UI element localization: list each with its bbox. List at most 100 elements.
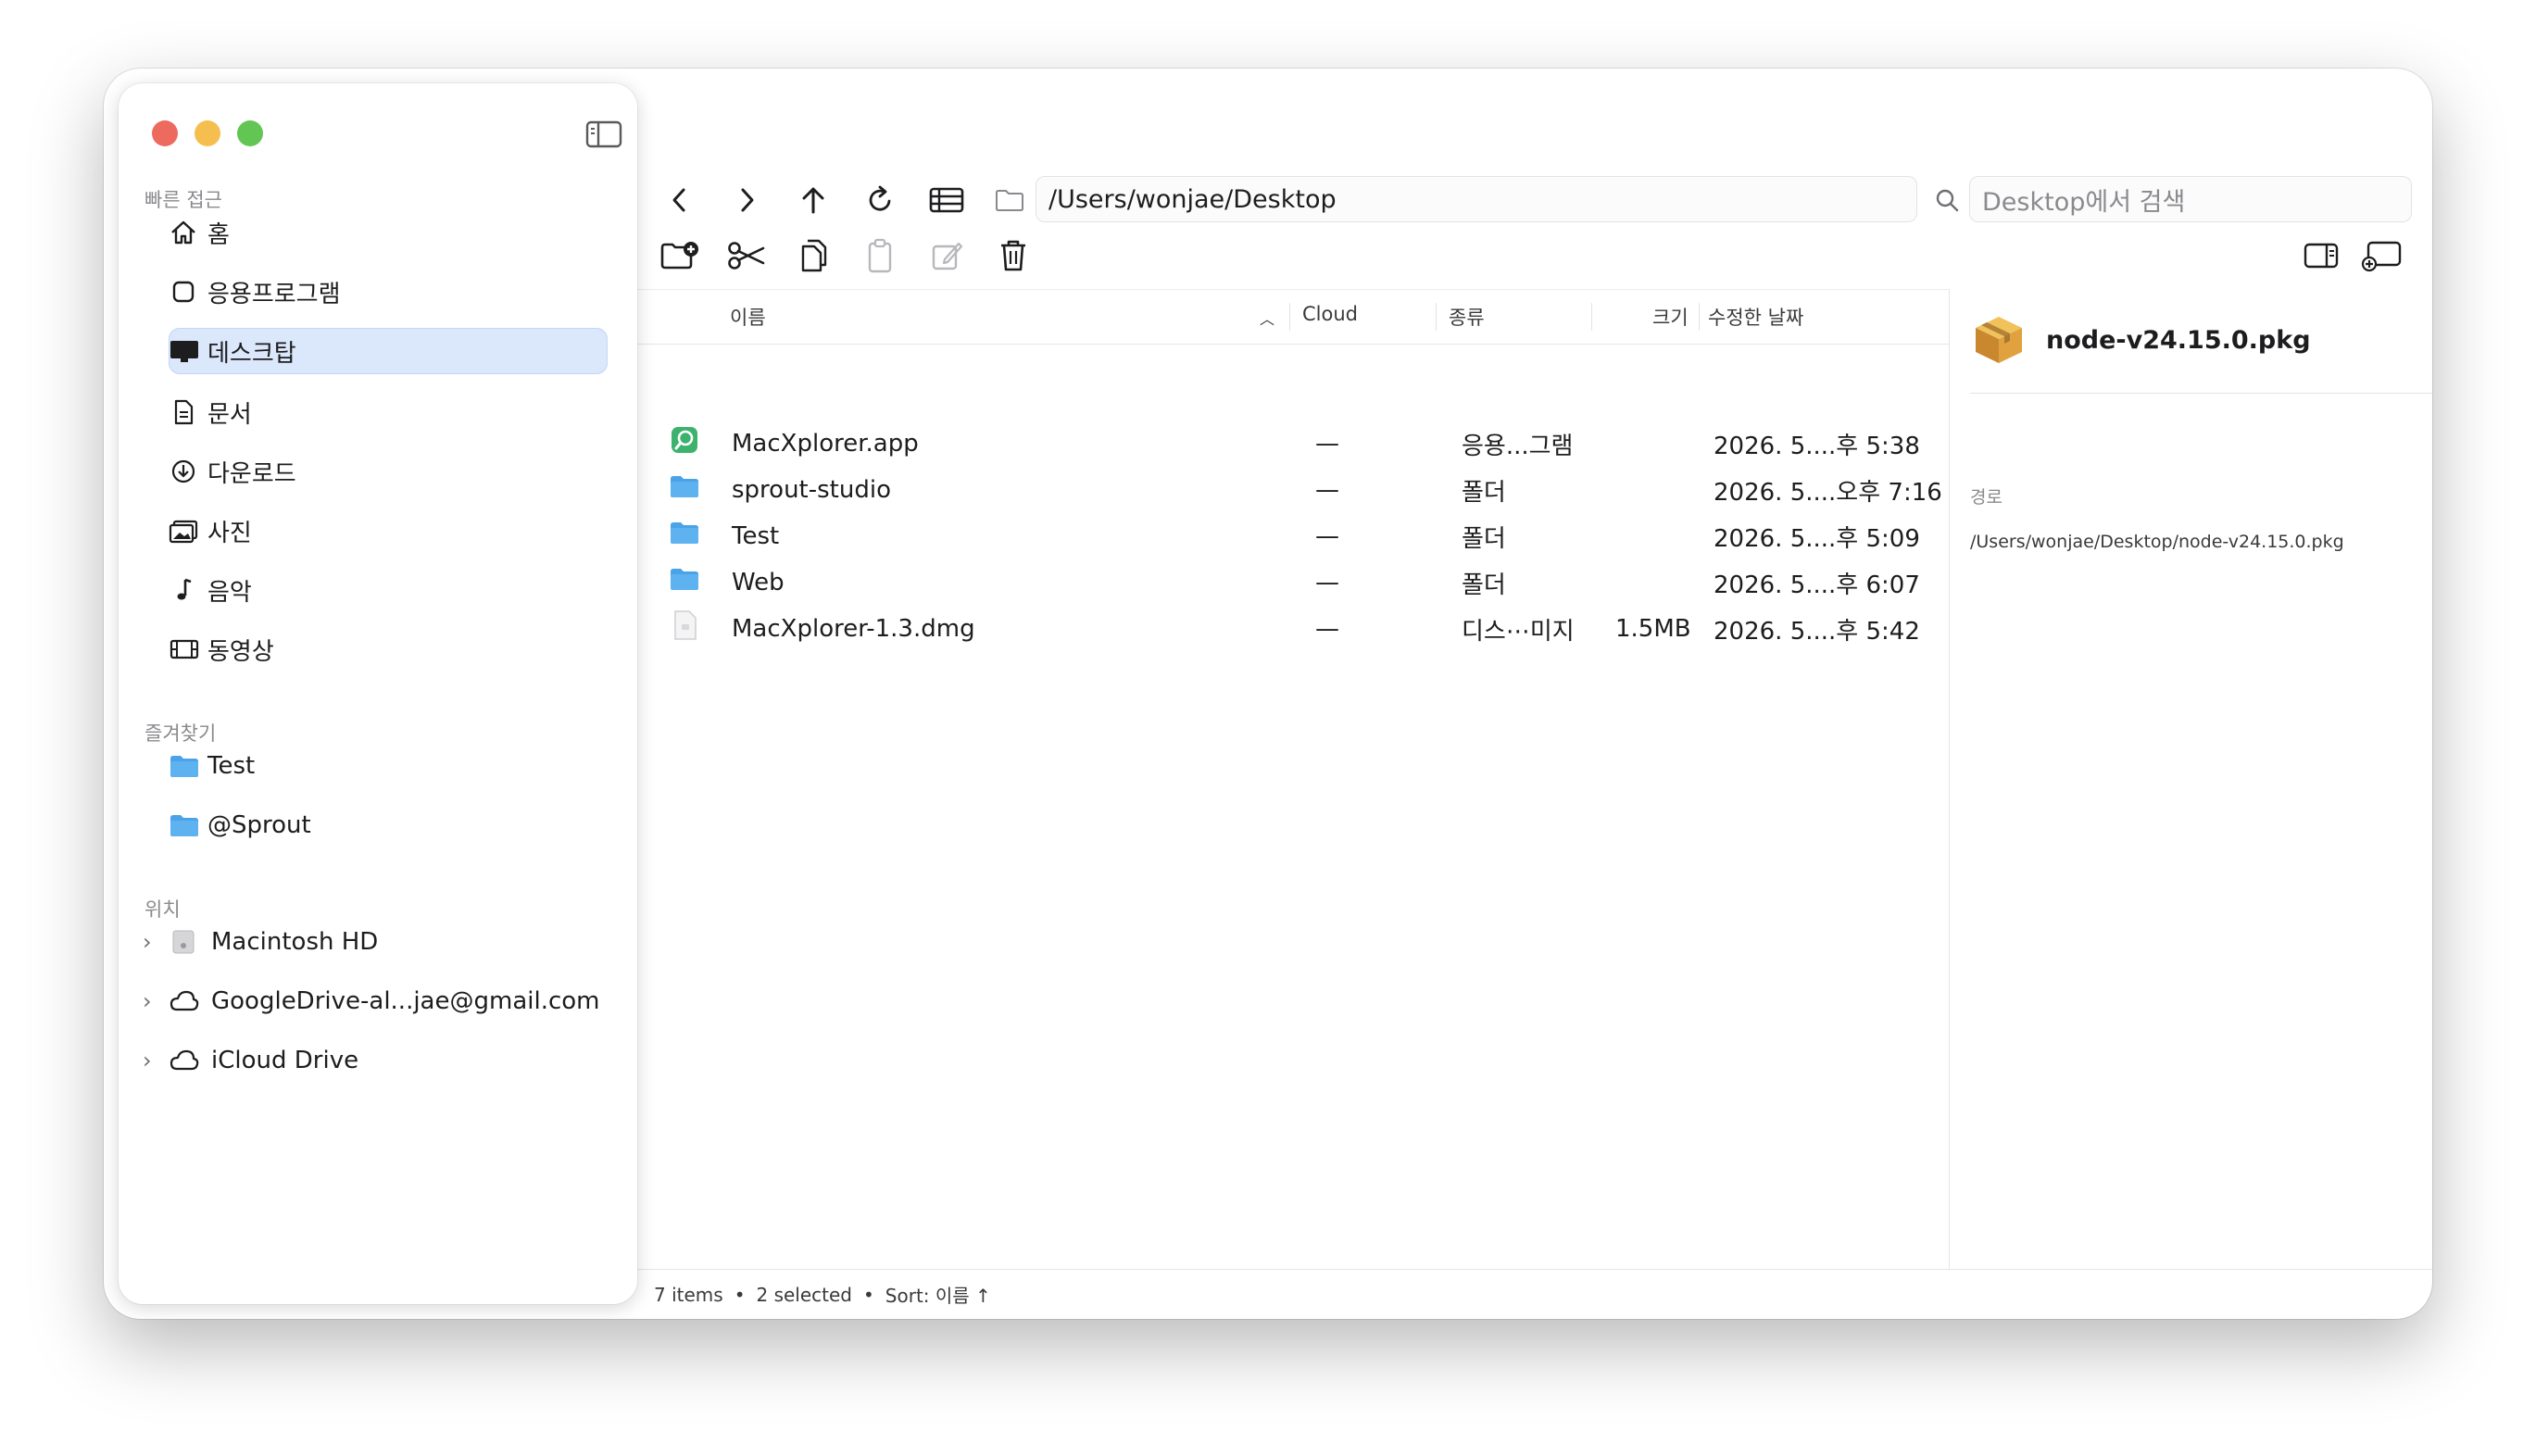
file-kind: 응용...그램 — [1462, 432, 1574, 460]
column-name[interactable]: 이름 — [730, 303, 766, 331]
file-kind: 폴더 — [1462, 524, 1506, 553]
inspector-toggle-icon[interactable] — [2299, 233, 2343, 278]
sidebar-item-desktop[interactable]: 데스크탑 — [169, 328, 608, 374]
chevron-right-icon[interactable]: › — [143, 988, 169, 1014]
package-icon — [1970, 311, 2028, 372]
paste-button[interactable] — [858, 233, 902, 278]
sidebar-item-label: iCloud Drive — [211, 1047, 359, 1074]
app-square-icon — [169, 277, 202, 307]
sidebar-item-label: 문서 — [207, 400, 252, 429]
table-row[interactable]: MacXplorer.app — 응용...그램 2026. 5....후 5:… — [637, 420, 1949, 467]
path-field[interactable]: /Users/wonjae/Desktop — [1036, 176, 1917, 222]
file-cloud: — — [1315, 522, 1339, 550]
cut-button[interactable] — [724, 233, 769, 278]
sidebar-item-favorite-sprout[interactable]: @Sprout — [169, 802, 634, 848]
info-path-value: /Users/wonjae/Desktop/node-v24.15.0.pkg — [1970, 532, 2344, 552]
sidebar-item-movies[interactable]: 동영상 — [169, 626, 634, 672]
app-icon — [669, 424, 700, 462]
chevron-right-icon[interactable]: › — [143, 929, 169, 955]
sidebar: 빠른 접근 홈 응용프로그램 데스크탑 문서 다운로드 사진 음악 동영상 즐겨… — [119, 83, 637, 1304]
film-icon — [169, 634, 202, 664]
info-pane: node-v24.15.0.pkg 경로 /Users/wonjae/Deskt… — [1949, 289, 2432, 1269]
file-name: Web — [732, 569, 785, 596]
folder-icon — [169, 752, 202, 780]
sidebar-item-music[interactable]: 음악 — [169, 567, 634, 613]
view-mode-button[interactable] — [924, 178, 969, 222]
column-separator — [1436, 303, 1437, 331]
column-cloud[interactable]: Cloud — [1302, 303, 1358, 325]
file-cloud: — — [1315, 430, 1339, 458]
rename-button[interactable] — [924, 233, 969, 278]
sidebar-item-label: 다운로드 — [207, 459, 296, 488]
file-cloud: — — [1315, 569, 1339, 596]
status-sort[interactable]: Sort: 이름 ↑ — [885, 1281, 991, 1308]
sidebar-item-google-drive[interactable]: › GoogleDrive-al...jae@gmail.com — [143, 978, 600, 1024]
sidebar-item-applications[interactable]: 응용프로그램 — [169, 269, 634, 315]
column-separator — [1591, 303, 1592, 331]
sidebar-item-documents[interactable]: 문서 — [169, 389, 634, 435]
cloud-icon — [169, 1047, 211, 1074]
document-icon — [169, 397, 202, 427]
file-size: 1.5MB — [1615, 615, 1691, 643]
new-window-icon[interactable] — [2360, 233, 2404, 278]
refresh-button[interactable] — [858, 178, 902, 222]
forward-button[interactable] — [724, 178, 769, 222]
sidebar-item-home[interactable]: 홈 — [169, 209, 634, 256]
folder-icon — [169, 811, 202, 839]
sort-ascending-icon: ︿ — [1260, 310, 1275, 328]
folder-icon — [669, 519, 700, 553]
up-button[interactable] — [791, 178, 835, 222]
sidebar-toggle-icon[interactable] — [585, 120, 622, 152]
column-header-row: 이름 ︿ Cloud 종류 크기 수정한 날짜 — [637, 289, 1949, 345]
file-modified: 2026. 5....후 5:42 — [1714, 617, 1920, 646]
status-selected-count: 2 selected — [756, 1283, 852, 1306]
back-button[interactable] — [658, 178, 702, 222]
sidebar-item-label: @Sprout — [207, 811, 311, 839]
sidebar-item-photos[interactable]: 사진 — [169, 508, 634, 554]
zoom-button[interactable] — [237, 120, 263, 146]
copy-button[interactable] — [791, 233, 835, 278]
sidebar-item-label: GoogleDrive-al...jae@gmail.com — [211, 987, 600, 1015]
column-size[interactable]: 크기 — [1652, 303, 1689, 331]
info-path-label: 경로 — [1970, 487, 2002, 508]
table-row[interactable]: Test — 폴더 2026. 5....후 5:09 — [637, 513, 1949, 559]
sidebar-item-label: 음악 — [207, 578, 252, 607]
download-circle-icon — [169, 457, 202, 486]
minimize-button[interactable] — [195, 120, 220, 146]
house-icon — [169, 218, 202, 247]
file-name: sprout-studio — [732, 476, 891, 504]
table-row[interactable]: sprout-studio — 폴더 2026. 5....오후 7:16 — [637, 467, 1949, 513]
column-kind[interactable]: 종류 — [1449, 303, 1485, 331]
column-modified[interactable]: 수정한 날짜 — [1708, 303, 1803, 331]
sidebar-item-favorite-test[interactable]: Test — [169, 743, 634, 789]
file-kind: 폴더 — [1462, 571, 1506, 599]
table-row[interactable]: MacXplorer-1.3.dmg — 디스⋯미지 1.5MB 2026. 5… — [637, 606, 1949, 652]
sidebar-item-label: Test — [207, 752, 256, 780]
chevron-right-icon[interactable]: › — [143, 1048, 169, 1073]
file-cloud: — — [1315, 615, 1339, 643]
file-cloud: — — [1315, 476, 1339, 504]
folder-icon — [669, 565, 700, 599]
file-modified: 2026. 5....후 6:07 — [1714, 571, 1920, 599]
search-icon — [1925, 178, 1969, 222]
file-name: MacXplorer.app — [732, 430, 919, 458]
sidebar-item-icloud-drive[interactable]: › iCloud Drive — [143, 1037, 358, 1084]
column-separator — [1699, 303, 1700, 331]
status-separator: • — [863, 1283, 874, 1306]
sidebar-item-label: 홈 — [207, 220, 230, 249]
sidebar-item-macintosh-hd[interactable]: › Macintosh HD — [143, 919, 378, 965]
folder-icon — [669, 472, 700, 507]
sidebar-item-downloads[interactable]: 다운로드 — [169, 448, 634, 495]
music-note-icon — [169, 575, 202, 605]
info-divider — [1970, 393, 2432, 394]
info-filename: node-v24.15.0.pkg — [2046, 326, 2311, 355]
search-input[interactable]: Desktop에서 검색 — [1969, 176, 2412, 222]
photos-icon — [169, 516, 202, 546]
delete-button[interactable] — [991, 233, 1036, 278]
table-row[interactable]: Web — 폴더 2026. 5....후 6:07 — [637, 559, 1949, 606]
finder-window: 빠른 접근 홈 응용프로그램 데스크탑 문서 다운로드 사진 음악 동영상 즐겨… — [104, 69, 2432, 1319]
new-folder-button[interactable] — [658, 233, 702, 278]
close-button[interactable] — [152, 120, 178, 146]
file-modified: 2026. 5....오후 7:16 — [1714, 478, 1942, 507]
cloud-icon — [169, 987, 211, 1015]
